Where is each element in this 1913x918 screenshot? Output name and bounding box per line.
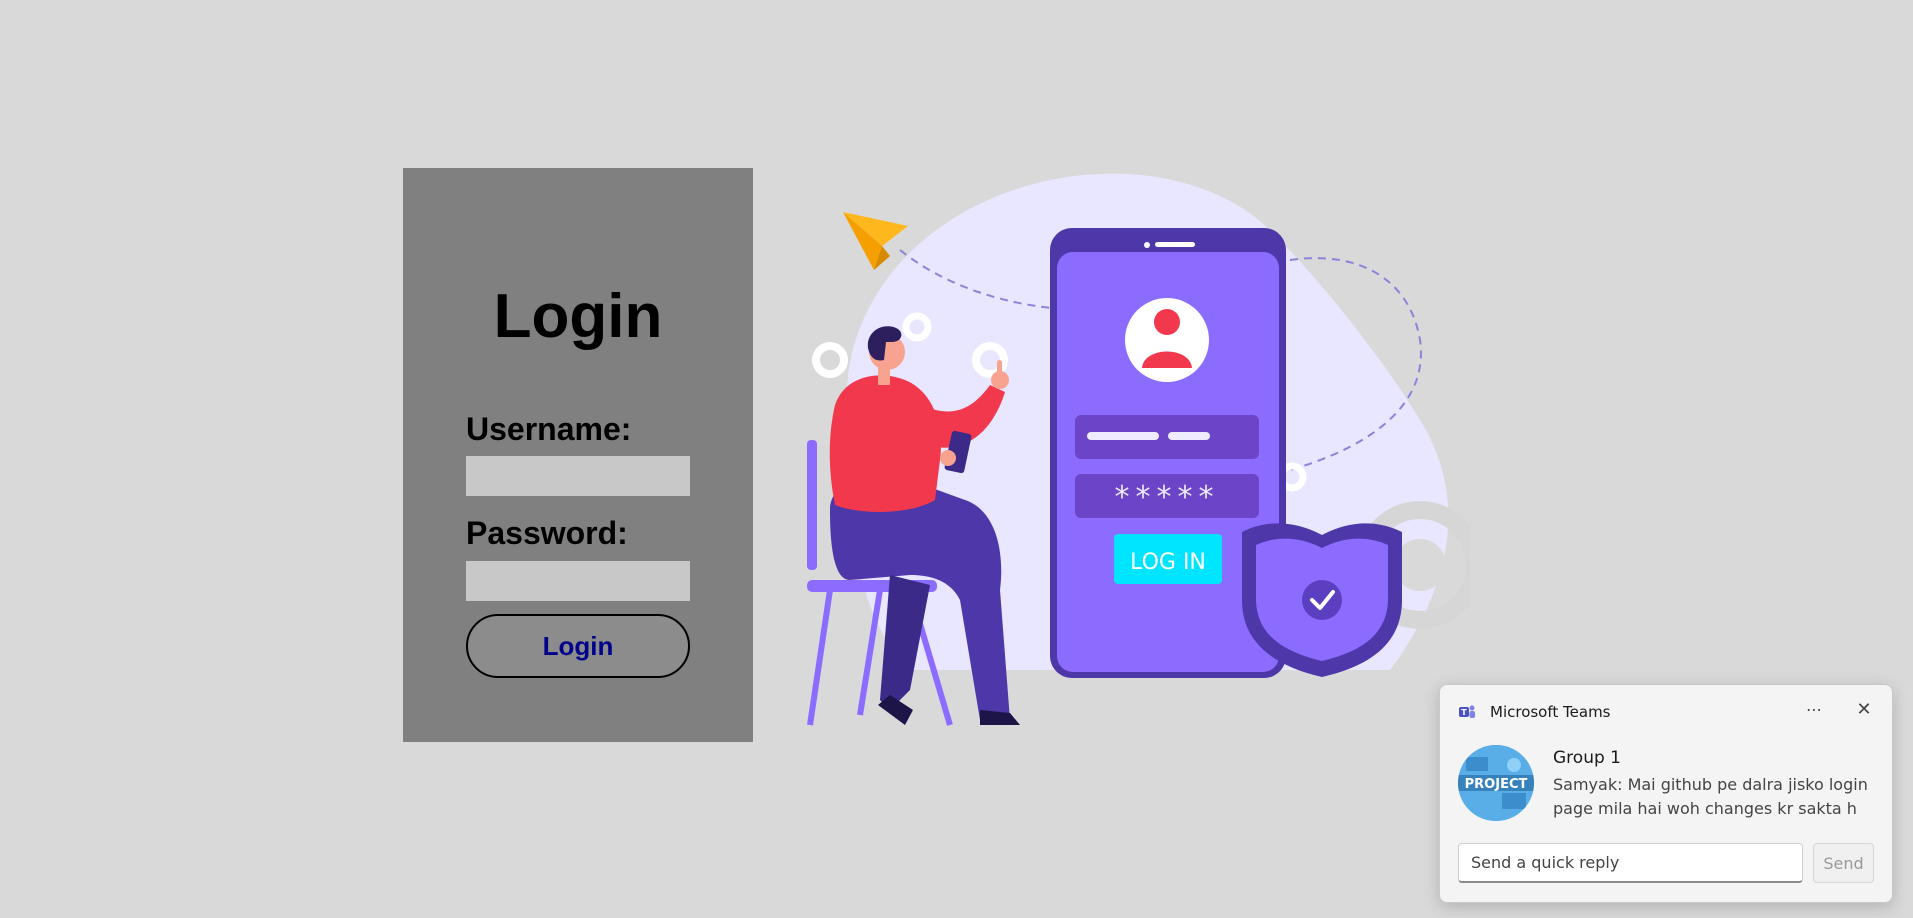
toast-app-name: Microsoft Teams	[1490, 703, 1611, 721]
svg-text:T: T	[1461, 708, 1467, 717]
teams-notification: T Microsoft Teams ⋯ ✕ PROJECT Group 1 Sa…	[1439, 684, 1893, 903]
paper-plane-icon	[843, 212, 908, 270]
group-avatar-text: PROJECT	[1465, 777, 1528, 792]
group-avatar: PROJECT	[1458, 745, 1534, 821]
phone-login-label: LOG IN	[1130, 550, 1206, 575]
password-input[interactable]	[466, 561, 690, 601]
toast-group-name: Group 1	[1553, 748, 1621, 768]
login-title: Login	[493, 282, 663, 351]
login-panel: Login Username: Password: Login	[403, 168, 753, 742]
username-input[interactable]	[466, 456, 690, 496]
password-label: Password:	[466, 515, 628, 551]
teams-icon: T	[1459, 705, 1475, 718]
close-icon[interactable]: ✕	[1848, 695, 1880, 725]
quick-reply-input[interactable]	[1458, 843, 1803, 883]
toast-message: Samyak: Mai github pe dalra jisko login …	[1553, 775, 1868, 818]
login-button[interactable]: Login	[466, 614, 690, 678]
send-button[interactable]: Send	[1813, 843, 1874, 883]
group-avatar-image: PROJECT	[1458, 745, 1534, 821]
more-options-icon[interactable]: ⋯	[1798, 695, 1830, 725]
login-illustration: ***** LOG IN	[807, 173, 1470, 726]
decor-circle-3	[812, 342, 848, 378]
username-label: Username:	[466, 411, 632, 447]
phone-password-mask: *****	[1115, 480, 1220, 515]
